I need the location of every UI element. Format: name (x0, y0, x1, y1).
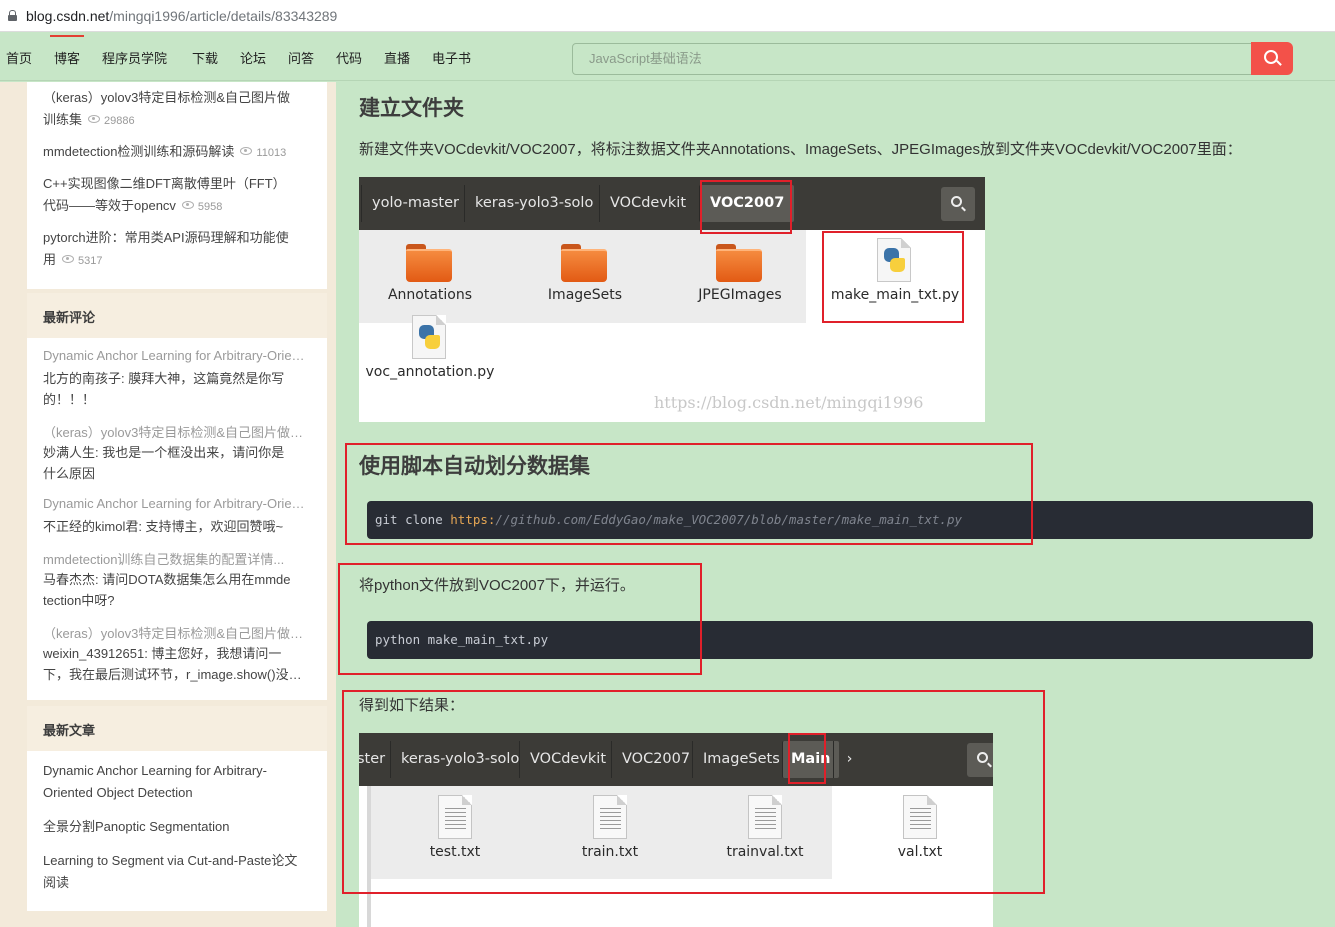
watermark: https://blog.csdn.net/mingqi1996 (654, 393, 924, 412)
nav-forum[interactable]: 论坛 (240, 48, 266, 67)
top-nav: 首页 博客 程序员学院 下载 论坛 问答 代码 直播 电子书 JavaScrip… (0, 33, 1335, 81)
search-input[interactable]: JavaScript基础语法 (572, 43, 1252, 75)
recent-article-link[interactable]: Dynamic Anchor Learning for Arbitrary- Or… (43, 760, 323, 804)
comment-article-link[interactable]: （keras）yolov3特定目标检测&自己图片做训练集 (43, 422, 311, 441)
nav-qa[interactable]: 问答 (288, 48, 314, 67)
hot-article-item[interactable]: mmdetection检测训练和源码解读 11013 (43, 141, 313, 164)
nav-code[interactable]: 代码 (336, 48, 362, 67)
comment-article-link[interactable]: Dynamic Anchor Learning for Arbitrary-Or… (43, 496, 311, 511)
view-count: 5317 (78, 255, 103, 267)
nav-blog[interactable]: 博客 (49, 35, 85, 67)
paragraph-folder: 新建文件夹VOCdevkit/VOC2007，将标注数据文件夹Annotatio… (359, 141, 1242, 158)
folder-icon[interactable] (406, 244, 452, 282)
highlight-box (338, 563, 702, 675)
comment-article-link[interactable]: （keras）yolov3特定目标检测&自己图片做训练集 (43, 623, 311, 642)
recent-article-link[interactable]: Learning to Segment via Cut-and-Paste论文阅… (43, 850, 323, 894)
file-label: voc_annotation.py (365, 364, 495, 380)
comment-article-link[interactable]: mmdetection训练自己数据集的配置详情... (43, 549, 311, 568)
recent-articles-heading: 最新文章 (27, 706, 327, 751)
recent-article-link[interactable]: 全景分割Panoptic Segmentation (43, 816, 323, 838)
file-label: ImageSets (547, 287, 623, 303)
crumb-yolo-master[interactable]: yolo-master (361, 185, 469, 222)
hot-article-item[interactable]: （keras）yolov3特定目标检测&自己图片做 训练集 29886 (43, 87, 313, 132)
nav-ebook[interactable]: 电子书 (432, 48, 471, 67)
url-path: /mingqi1996/article/details/83343289 (109, 7, 338, 24)
eye-icon (88, 115, 101, 123)
comment-article-link[interactable]: Dynamic Anchor Learning for Arbitrary-Or… (43, 348, 311, 363)
lock-icon (8, 10, 17, 21)
file-label: JPEGImages (698, 287, 782, 303)
eye-icon (181, 201, 194, 209)
file-label: Annotations (387, 287, 473, 303)
crumb-keras-yolo3-solo[interactable]: keras-yolo3-solo (464, 185, 603, 222)
comment-text: weixin_43912651: 博主您好，我想请问一 下，我在最后测试环节，r_… (43, 646, 311, 682)
search-icon (951, 196, 962, 207)
nav-academy[interactable]: 程序员学院 (102, 48, 167, 67)
search-button[interactable] (1251, 42, 1293, 75)
url-host: blog.csdn.net (26, 7, 110, 24)
highlight-box (342, 690, 1045, 894)
view-count: 29886 (104, 115, 135, 127)
browser-url-bar[interactable]: blog.csdn.net/mingqi1996/article/details… (0, 0, 1335, 32)
folder-icon[interactable] (561, 244, 607, 282)
comment-text: 马春杰杰: 请问DOTA数据集怎么用在mmde tection中呀? (43, 572, 291, 608)
highlight-box (788, 733, 826, 784)
heading-create-folder: 建立文件夹 (359, 97, 464, 120)
comments-heading: 最新评论 (27, 293, 327, 338)
python-file-icon[interactable] (412, 315, 446, 359)
eye-icon (62, 255, 75, 263)
view-count: 11013 (256, 147, 287, 159)
hot-article-item[interactable]: pytorch进阶：常用类API源码理解和功能使 用 5317 (43, 227, 313, 272)
highlight-box (700, 180, 792, 234)
crumb-vocdevkit[interactable]: VOCdevkit (599, 185, 696, 222)
comment-text: 北方的南孩子: 膜拜大神，这篇竟然是你写 的！！！ (43, 371, 285, 407)
nav-home[interactable]: 首页 (6, 48, 32, 67)
comment-text: 不正经的kimol君: 支持博主，欢迎回赞哦~ (43, 519, 284, 534)
comment-text: 妙满人生: 我也是一个框没出来，请问你是 什么原因 (43, 445, 285, 481)
folder-icon[interactable] (716, 244, 762, 282)
highlight-box (345, 443, 1033, 545)
hot-article-item[interactable]: C++实现图像二维DFT离散傅里叶（FFT） 代码——等效于opencv 5958 (43, 173, 313, 218)
nav-live[interactable]: 直播 (384, 48, 410, 67)
fm-search-button[interactable] (941, 187, 975, 221)
view-count: 5958 (197, 201, 223, 213)
eye-icon (240, 147, 253, 155)
nav-download[interactable]: 下载 (192, 48, 218, 67)
highlight-box (822, 231, 964, 323)
